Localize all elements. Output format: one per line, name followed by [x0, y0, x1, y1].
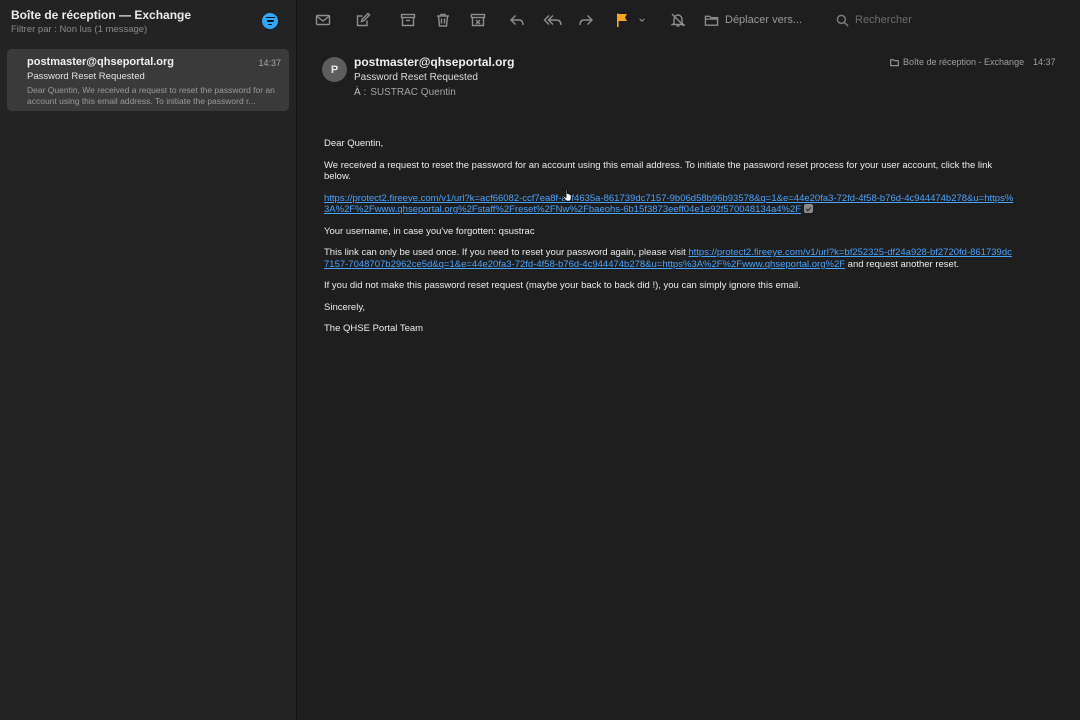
message-folder-label: Boîte de réception - Exchange [903, 57, 1025, 67]
search-field[interactable] [836, 11, 1080, 29]
avatar: P [322, 57, 347, 82]
message-list-sidebar: Boîte de réception — Exchange Filtrer pa… [0, 0, 297, 720]
reply-all-icon[interactable] [542, 11, 564, 29]
body-paragraph: If you did not make this password reset … [324, 280, 801, 291]
reply-icon[interactable] [508, 11, 526, 29]
reset-link[interactable]: https://protect2.fireeye.com/v1/url?k=ac… [324, 193, 1013, 216]
recipient-line: À : SUSTRAC Quentin [354, 87, 456, 98]
filter-icon[interactable] [262, 13, 278, 29]
body-paragraph: Your username, in case you've forgotten:… [324, 225, 535, 237]
body-text: This link can only be used once. If you … [324, 247, 689, 258]
body-paragraph: We received a request to reset the passw… [324, 159, 993, 183]
recipient-label: À : [354, 87, 367, 98]
message-subject: Password Reset Requested [354, 72, 478, 83]
chevron-down-icon[interactable] [637, 11, 647, 29]
signature: The QHSE Portal Team [324, 323, 424, 334]
junk-icon[interactable] [469, 11, 487, 29]
move-to-button[interactable]: Déplacer vers... [704, 11, 802, 29]
body-text: and request another reset. [845, 258, 960, 270]
reset-link-paragraph: https://protect2.fireeye.com/v1/url?k=ac… [324, 193, 1014, 216]
hand-cursor-icon [562, 188, 572, 202]
list-item-preview: Dear Quentin, We received a request to r… [27, 85, 275, 106]
link-indicator-icon [804, 204, 814, 213]
list-item-sender: postmaster@qhseportal.org [27, 56, 175, 68]
toolbar: Déplacer vers... [298, 0, 1080, 40]
trash-icon[interactable] [434, 11, 452, 29]
list-item-subject: Password Reset Requested [27, 71, 145, 82]
sender-address[interactable]: postmaster@qhseportal.org [354, 55, 514, 69]
recipient-name[interactable]: SUSTRAC Quentin [370, 87, 456, 98]
body-paragraph: This link can only be used once. If you … [324, 247, 1014, 270]
mute-icon[interactable] [669, 11, 687, 29]
archive-icon[interactable] [399, 11, 417, 29]
folder-icon [704, 15, 719, 26]
move-to-label: Déplacer vers... [725, 14, 803, 26]
search-input[interactable] [855, 14, 1055, 26]
folder-icon [890, 58, 899, 66]
message-time: 14:37 [1033, 57, 1056, 67]
filter-status: Filtrer par : Non lus (1 message) [11, 24, 148, 35]
message-body: Dear Quentin, We received a request to r… [324, 138, 1014, 345]
mailbox-header: Boîte de réception — Exchange Filtrer pa… [11, 8, 291, 36]
message-folder: Boîte de réception - Exchange [890, 57, 1024, 67]
closing: Sincerely, [324, 301, 366, 313]
envelope-icon[interactable] [314, 11, 332, 29]
greeting: Dear Quentin, [324, 138, 384, 149]
mailbox-title: Boîte de réception — Exchange [11, 8, 192, 22]
search-icon [836, 14, 849, 27]
list-item[interactable]: postmaster@qhseportal.org 14:37 Password… [7, 49, 289, 111]
compose-icon[interactable] [354, 11, 372, 29]
list-item-time: 14:37 [258, 58, 281, 68]
flag-icon[interactable] [613, 11, 631, 29]
forward-icon[interactable] [577, 11, 595, 29]
